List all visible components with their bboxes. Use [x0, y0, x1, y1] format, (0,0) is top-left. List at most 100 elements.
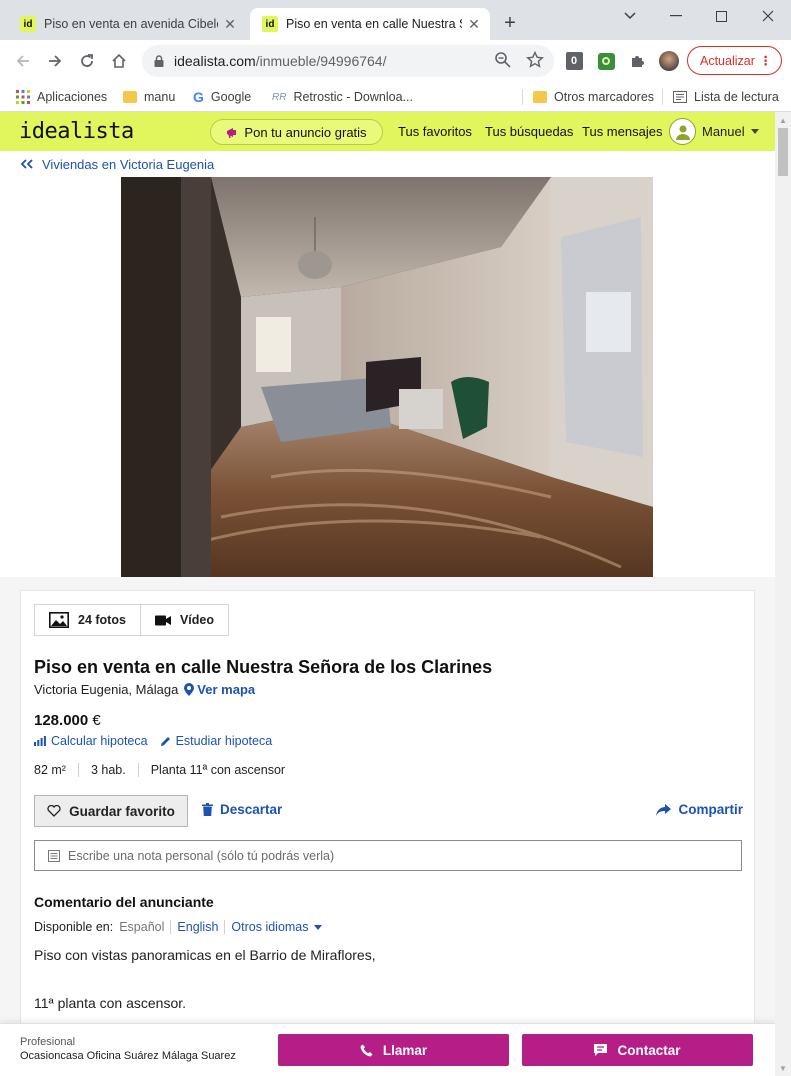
main-photo[interactable] — [121, 177, 653, 577]
bookmark-retrostic[interactable]: RR Retrostic - Downloa... — [272, 87, 413, 107]
listing-actions: Guardar favorito Descartar Compartir — [34, 795, 743, 827]
note-icon — [48, 849, 60, 862]
reload-icon[interactable] — [75, 49, 99, 73]
idealista-logo[interactable]: idealista — [19, 119, 134, 144]
calculate-mortgage-link[interactable]: Calcular hipoteca — [34, 734, 148, 748]
bookmark-apps[interactable]: Aplicaciones — [16, 87, 107, 107]
bookmark-reading-list[interactable]: Lista de lectura — [673, 87, 779, 107]
browser-toolbar: idealista.com/inmueble/94996764/ 0 Actua… — [0, 40, 791, 82]
comment-title: Comentario del anunciante — [34, 894, 214, 910]
call-button[interactable]: Llamar — [278, 1034, 509, 1066]
url-text: idealista.com/inmueble/94996764/ — [174, 53, 387, 69]
update-button[interactable]: Actualizar ⋮ — [687, 46, 782, 75]
minimize-icon[interactable] — [658, 4, 694, 28]
trash-icon — [202, 803, 213, 816]
chevron-down-icon — [750, 129, 759, 134]
location-text: Victoria Eugenia, Málaga — [34, 682, 179, 697]
menu-dots-icon[interactable]: ⋮ — [760, 53, 772, 68]
extension-green-icon[interactable] — [595, 50, 617, 72]
scroll-down-icon[interactable]: ▼ — [779, 1064, 787, 1073]
extension-counter-icon[interactable]: 0 — [563, 50, 585, 72]
personal-note-input[interactable]: Escribe una nota personal (sólo tú podrá… — [34, 840, 742, 871]
note-placeholder: Escribe una nota personal (sólo tú podrá… — [68, 848, 335, 863]
reading-list-icon — [673, 91, 687, 103]
bookmarks-divider — [662, 89, 663, 105]
media-buttons: 24 fotos Vídeo — [34, 604, 229, 636]
tab-title: Piso en venta en avenida Cibeles — [44, 17, 218, 31]
discard-button[interactable]: Descartar — [202, 802, 282, 817]
save-favorite-button[interactable]: Guardar favorito — [34, 795, 188, 827]
idealista-favicon: id — [262, 16, 278, 32]
feature-area: 82 m² — [34, 763, 66, 777]
nav-messages[interactable]: Tus mensajes — [582, 124, 662, 139]
chat-icon — [594, 1044, 608, 1056]
forward-icon[interactable] — [43, 49, 67, 73]
feature-rooms: 3 hab. — [77, 763, 138, 777]
site-header: idealista Pon tu anuncio gratis Tus favo… — [0, 112, 775, 151]
new-tab-button[interactable]: + — [500, 13, 520, 34]
idealista-favicon: id — [20, 16, 36, 32]
tab-inactive[interactable]: id Piso en venta en avenida Cibeles ✕ — [8, 8, 246, 40]
close-icon[interactable]: ✕ — [466, 16, 482, 32]
save-favorite-label: Guardar favorito — [69, 803, 175, 819]
bar-chart-icon — [34, 736, 46, 746]
contact-button[interactable]: Contactar — [522, 1034, 753, 1066]
listing-card: 24 fotos Vídeo Piso en venta en calle Nu… — [20, 590, 755, 1076]
bookmark-google[interactable]: G Google — [193, 87, 251, 107]
user-menu[interactable]: Manuel — [669, 118, 759, 145]
bookmark-other[interactable]: Otros marcadores — [533, 87, 654, 107]
contact-bar: Profesional Ocasioncasa Oficina Suárez M… — [0, 1023, 775, 1076]
tab-active[interactable]: id Piso en venta en calle Nuestra Se ✕ — [250, 8, 490, 40]
mortgage-links: Calcular hipoteca Estudiar hipoteca — [34, 734, 272, 748]
home-icon[interactable] — [107, 49, 131, 73]
contact-label: Contactar — [617, 1042, 681, 1058]
listing-title: Piso en venta en calle Nuestra Señora de… — [34, 657, 493, 677]
view-map-link[interactable]: Ver mapa — [184, 682, 255, 697]
listing-features: 82 m² 3 hab. Planta 11ª con ascensor — [34, 763, 297, 777]
lock-icon[interactable] — [154, 55, 164, 67]
page-scrollbar[interactable]: ▲ ▼ — [775, 112, 791, 1076]
language-selector: Disponible en: Español English Otros idi… — [34, 920, 328, 934]
bookmark-manu[interactable]: manu — [123, 87, 175, 107]
study-mortgage-link[interactable]: Estudiar hipoteca — [160, 734, 272, 748]
image-icon — [49, 612, 69, 628]
advertiser-type: Profesional — [20, 1036, 76, 1048]
breadcrumb[interactable]: Viviendas en Victoria Eugenia — [0, 151, 775, 177]
page-viewport: idealista Pon tu anuncio gratis Tus favo… — [0, 112, 775, 1076]
listing-price: 128.000 € — [34, 712, 101, 729]
profile-avatar-icon[interactable] — [658, 50, 680, 72]
extensions-puzzle-icon[interactable] — [626, 50, 648, 72]
language-spanish[interactable]: Español — [113, 920, 170, 934]
window-close-icon[interactable] — [750, 4, 786, 28]
apps-grid-icon — [16, 90, 30, 104]
heart-icon — [47, 805, 61, 817]
video-button[interactable]: Vídeo — [140, 604, 229, 636]
nav-favorites[interactable]: Tus favoritos — [398, 124, 472, 139]
folder-icon — [533, 91, 547, 103]
scrollbar-thumb[interactable] — [778, 128, 788, 176]
scroll-up-icon[interactable]: ▲ — [779, 116, 787, 125]
zoom-search-icon[interactable] — [494, 51, 512, 69]
megaphone-icon — [227, 127, 237, 138]
bedroom-photo — [121, 177, 653, 577]
back-icon[interactable] — [11, 49, 35, 73]
share-button[interactable]: Compartir — [656, 802, 743, 817]
bookmark-star-icon[interactable] — [526, 51, 544, 69]
other-languages-dropdown[interactable]: Otros idiomas — [224, 920, 327, 934]
user-name: Manuel — [702, 124, 745, 139]
photos-button[interactable]: 24 fotos — [34, 604, 141, 636]
photo-gallery[interactable] — [0, 177, 775, 577]
video-label: Vídeo — [179, 613, 214, 627]
tab-search-icon[interactable] — [612, 4, 648, 28]
pencil-icon — [160, 736, 170, 746]
share-arrow-icon — [656, 803, 672, 816]
video-camera-icon — [154, 615, 171, 625]
maximize-icon[interactable] — [703, 4, 739, 28]
advertiser-name[interactable]: Ocasioncasa Oficina Suárez Málaga Suarez — [20, 1050, 236, 1062]
close-icon[interactable]: ✕ — [222, 16, 238, 32]
address-bar[interactable]: idealista.com/inmueble/94996764/ — [142, 45, 554, 77]
nav-searches[interactable]: Tus búsquedas — [485, 124, 573, 139]
publish-ad-button[interactable]: Pon tu anuncio gratis — [210, 119, 383, 145]
user-avatar-icon — [669, 118, 696, 145]
language-english[interactable]: English — [170, 920, 224, 934]
